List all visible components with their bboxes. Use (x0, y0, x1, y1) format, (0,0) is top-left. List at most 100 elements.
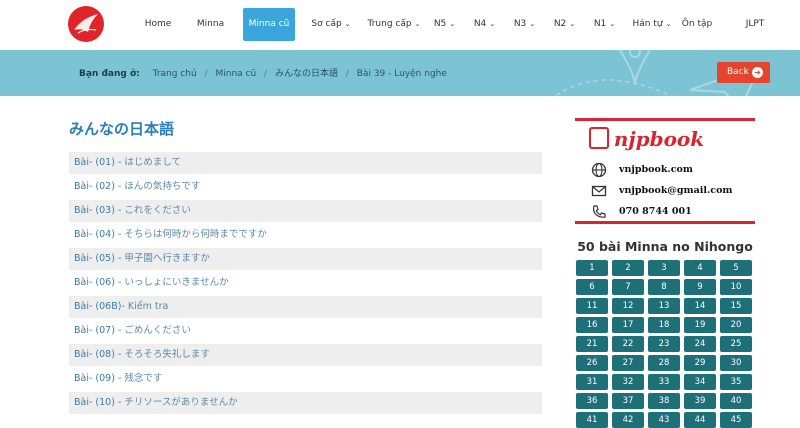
lesson-number-button[interactable]: 36 (576, 393, 608, 409)
lesson-number-button[interactable]: 23 (648, 336, 680, 352)
lesson-number-button[interactable]: 21 (576, 336, 608, 352)
nav-item-0[interactable]: Home (143, 0, 173, 41)
lesson-number-button[interactable]: 45 (720, 412, 752, 428)
lesson-number-button[interactable]: 34 (684, 374, 716, 390)
lesson-number-button[interactable]: 32 (612, 374, 644, 390)
lesson-link[interactable]: Bài- (04) - そちらは何時から何時までですか (69, 224, 542, 246)
nav-item-1[interactable]: Minna (193, 0, 228, 41)
vnjpbook-logo[interactable]: njpbook (585, 125, 733, 153)
nav-item-label: Hán tự (632, 19, 663, 29)
lesson-code: Bài- (01) - (74, 157, 125, 168)
breadcrumb-item-minna-no-nihongo[interactable]: みんなの日本語 (275, 69, 338, 79)
nav-item-label: Home (144, 19, 172, 29)
website-text: vnjpbook.com (619, 164, 693, 175)
breadcrumb-prefix: Bạn đang ở: (79, 69, 140, 79)
lesson-link[interactable]: Bài- (07) - ごめんください (69, 320, 542, 342)
lesson-link[interactable]: Bài- (05) - 甲子園へ行きますか (69, 248, 542, 270)
lesson-title: ごめんください (124, 325, 191, 336)
lesson-number-button[interactable]: 12 (612, 298, 644, 314)
breadcrumb-item-home[interactable]: Trang chủ (153, 69, 197, 79)
nav-item-11[interactable]: Ôn tập (680, 0, 714, 41)
lesson-code: Bài- (03) - (74, 205, 125, 216)
nav-item-label: JLPT (745, 19, 765, 29)
lesson-code: Bài- (08) - (74, 349, 125, 360)
brand-name: njpbook (613, 127, 705, 151)
lesson-number-button[interactable]: 15 (720, 298, 752, 314)
nav-item-5[interactable]: N5 ⌄ (432, 0, 457, 41)
nav-item-9[interactable]: N1 ⌄ (592, 0, 617, 41)
lesson-number-button[interactable]: 33 (648, 374, 680, 390)
lesson-number-button[interactable]: 17 (612, 317, 644, 333)
nav-item-label: N3 (513, 19, 527, 29)
lesson-number-button[interactable]: 14 (684, 298, 716, 314)
lesson-number-button[interactable]: 42 (612, 412, 644, 428)
nav-item-label: Ôn tập (681, 19, 713, 29)
lesson-number-button[interactable]: 30 (720, 355, 752, 371)
lesson-number-button[interactable]: 8 (648, 279, 680, 295)
lesson-number-button[interactable]: 20 (720, 317, 752, 333)
lesson-number-button[interactable]: 37 (612, 393, 644, 409)
lesson-number-button[interactable]: 16 (576, 317, 608, 333)
lesson-code: Bài- (09) - (74, 373, 125, 384)
vnjpbook-contact-card: njpbook vnjpbook.com vnjpbook@gmail.com … (575, 118, 755, 224)
nav-item-4[interactable]: Trung cấp ⌄ (363, 0, 425, 41)
lesson-number-button[interactable]: 35 (720, 374, 752, 390)
lesson-number-button[interactable]: 11 (576, 298, 608, 314)
lesson-title: ほんの気持ちです (124, 181, 201, 192)
nav-item-8[interactable]: N2 ⌄ (552, 0, 577, 41)
site-logo-icon[interactable] (68, 6, 104, 42)
nav-item-label: Sơ cấp (311, 19, 342, 29)
lesson-number-button[interactable]: 1 (576, 260, 608, 276)
lesson-number-button[interactable]: 40 (720, 393, 752, 409)
lesson-number-button[interactable]: 43 (648, 412, 680, 428)
lesson-link[interactable]: Bài- (02) - ほんの気持ちです (69, 176, 542, 198)
lesson-link[interactable]: Bài- (09) - 残念です (69, 368, 542, 390)
lesson-number-button[interactable]: 26 (576, 355, 608, 371)
lesson-number-button[interactable]: 22 (612, 336, 644, 352)
lesson-number-button[interactable]: 25 (720, 336, 752, 352)
lesson-number-button[interactable]: 2 (612, 260, 644, 276)
nav-item-7[interactable]: N3 ⌄ (512, 0, 537, 41)
back-button-label: Back (727, 67, 749, 77)
lesson-number-button[interactable]: 9 (684, 279, 716, 295)
page-title: みんなの日本語 (69, 120, 175, 138)
nav-item-3[interactable]: Sơ cấp ⌄ (307, 0, 355, 41)
nav-item-2[interactable]: Minna cũ (243, 8, 295, 41)
lesson-link[interactable]: Bài- (06) - いっしょにいきませんか (69, 272, 542, 294)
phone-icon (592, 205, 606, 218)
lesson-number-button[interactable]: 19 (684, 317, 716, 333)
lesson-link[interactable]: Bài- (03) - これをください (69, 200, 542, 222)
lesson-link[interactable]: Bài- (08) - そろそろ失礼します (69, 344, 542, 366)
lesson-number-button[interactable]: 18 (648, 317, 680, 333)
lesson-title: はじめまして (124, 157, 182, 168)
nav-item-10[interactable]: Hán tự ⌄ (631, 0, 673, 41)
lesson-number-button[interactable]: 39 (684, 393, 716, 409)
lesson-number-button[interactable]: 7 (612, 279, 644, 295)
lesson-number-button[interactable]: 28 (648, 355, 680, 371)
lesson-number-button[interactable]: 38 (648, 393, 680, 409)
lesson-number-button[interactable]: 10 (720, 279, 752, 295)
back-button[interactable]: Back ➜ (717, 62, 770, 83)
lesson-number-button[interactable]: 4 (684, 260, 716, 276)
lessons-grid-title: 50 bài Minna no Nihongo (577, 239, 753, 254)
lesson-link[interactable]: Bài- (01) - はじめまして (69, 152, 542, 174)
lesson-number-button[interactable]: 44 (684, 412, 716, 428)
lesson-title: Kiểm tra (127, 301, 169, 312)
lesson-number-button[interactable]: 3 (648, 260, 680, 276)
nav-item-12[interactable]: JLPT (740, 0, 770, 41)
breadcrumb-item-minna-cu[interactable]: Minna cũ (215, 69, 256, 79)
lesson-link[interactable]: Bài- (06B)- Kiểm tra (69, 296, 542, 318)
breadcrumb-banner: Bạn đang ở: Trang chủ / Minna cũ / みんなの日… (0, 50, 800, 96)
lesson-title: 残念です (124, 373, 163, 384)
chevron-down-icon: ⌄ (665, 20, 672, 28)
lesson-number-button[interactable]: 5 (720, 260, 752, 276)
lesson-number-button[interactable]: 41 (576, 412, 608, 428)
lesson-number-button[interactable]: 6 (576, 279, 608, 295)
lesson-number-button[interactable]: 13 (648, 298, 680, 314)
lesson-link[interactable]: Bài- (10) - チリソースがありませんか (69, 392, 542, 414)
lesson-number-button[interactable]: 24 (684, 336, 716, 352)
lesson-number-button[interactable]: 29 (684, 355, 716, 371)
lesson-number-button[interactable]: 27 (612, 355, 644, 371)
nav-item-6[interactable]: N4 ⌄ (472, 0, 497, 41)
lesson-number-button[interactable]: 31 (576, 374, 608, 390)
